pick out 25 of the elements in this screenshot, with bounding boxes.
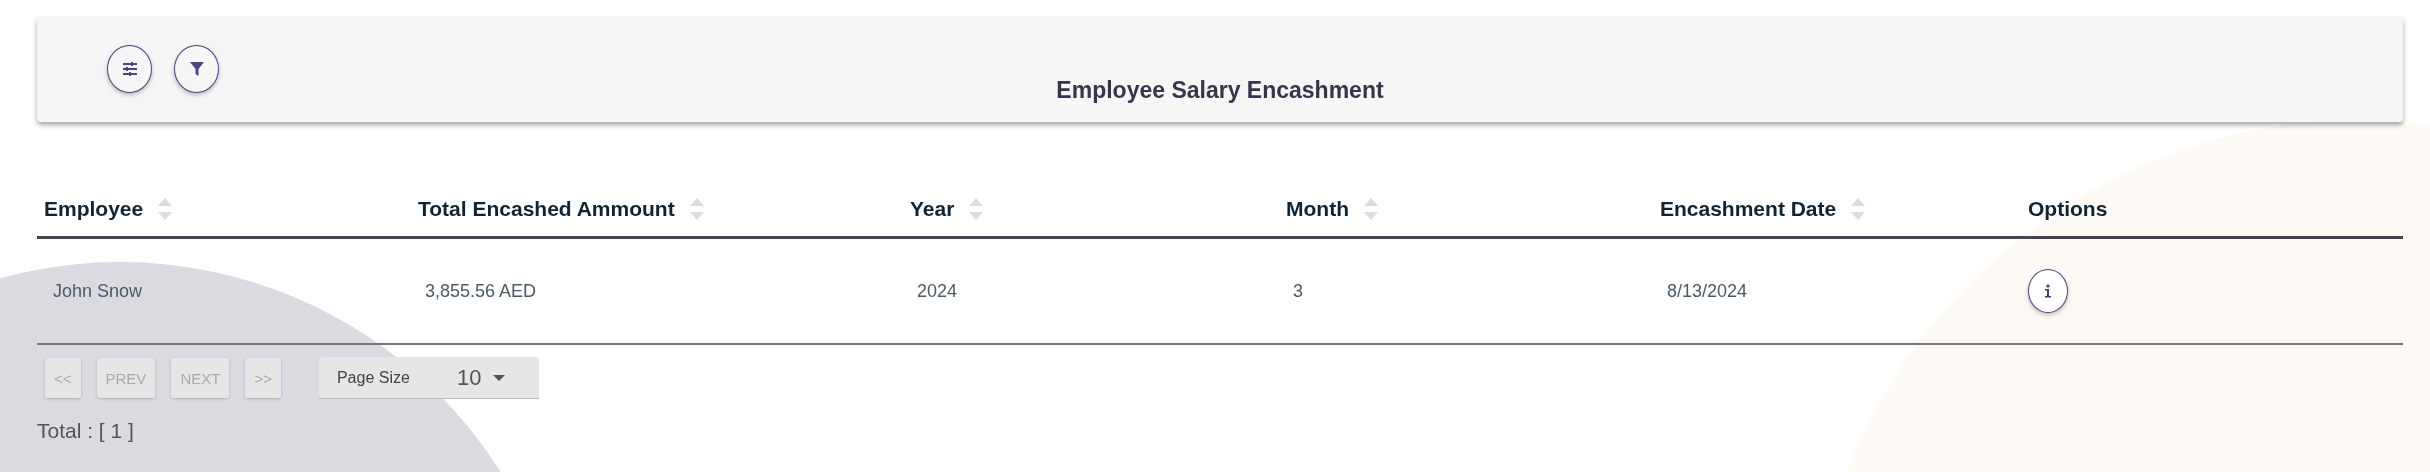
settings-button[interactable] <box>107 45 152 93</box>
dropdown-caret-icon <box>492 374 505 381</box>
column-header: Options <box>2028 197 2108 221</box>
sort-icon[interactable] <box>157 196 174 222</box>
filter-icon <box>188 61 205 77</box>
table-cell-text: John Snow <box>52 280 144 302</box>
column-header[interactable]: Month <box>1286 197 1349 221</box>
sliders-icon <box>121 62 138 76</box>
sort-icon[interactable] <box>968 196 985 222</box>
column-header[interactable]: Total Encashed Ammount <box>418 197 675 221</box>
column-header[interactable]: Year <box>910 197 955 221</box>
filter-button[interactable] <box>174 45 219 93</box>
table-cell-text: 2024 <box>916 280 959 302</box>
sort-icon[interactable] <box>688 196 705 222</box>
sort-icon[interactable] <box>1850 196 1867 222</box>
table-cell-text: 3,855.56 AED <box>424 280 538 302</box>
table-cell-text: 3 <box>1292 280 1304 302</box>
page-size-select[interactable]: Page Size 10 <box>318 357 539 399</box>
column-header[interactable]: Encashment Date <box>1660 197 1837 221</box>
page-title: Employee Salary Encashment <box>1055 77 1385 104</box>
info-icon <box>2044 284 2052 298</box>
total-count: Total : [ 1 ] <box>37 419 135 443</box>
table-cell-text: 8/13/2024 <box>1666 280 1749 302</box>
column-header[interactable]: Employee <box>44 197 144 221</box>
sort-icon[interactable] <box>1363 196 1379 222</box>
